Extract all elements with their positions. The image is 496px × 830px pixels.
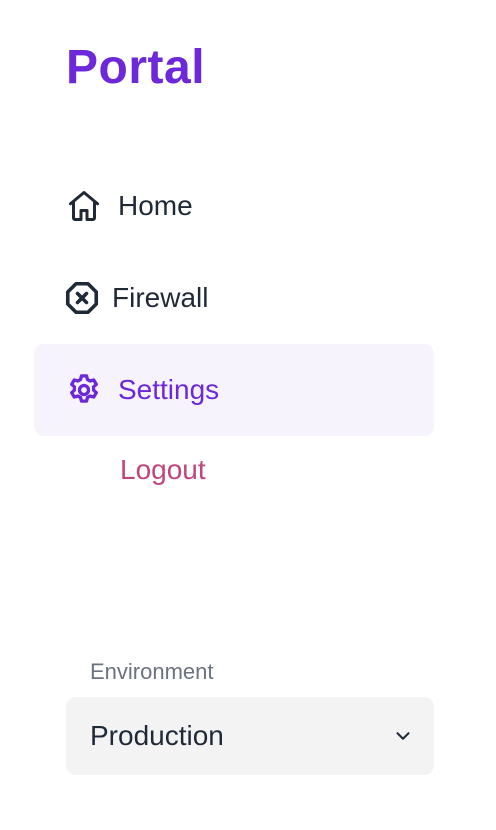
environment-label: Environment (90, 659, 214, 684)
brand-logo[interactable]: Portal (66, 40, 205, 96)
environment-select[interactable]: Production (66, 697, 434, 775)
sidebar-item-label: Home (118, 190, 193, 221)
sidebar-item-home[interactable]: Home (34, 160, 434, 252)
home-icon (66, 188, 102, 224)
sidebar-item-label: Firewall (112, 282, 209, 313)
sidebar-item-settings[interactable]: Settings (34, 344, 434, 436)
sidebar-item-label: Settings (118, 374, 220, 405)
environment-selected-value: Production (90, 720, 224, 751)
logout-link[interactable]: Logout (120, 452, 206, 488)
chevron-down-icon (392, 725, 414, 747)
sidebar-item-firewall[interactable]: Firewall (34, 252, 434, 344)
x-octagon-icon (64, 280, 100, 316)
gear-icon (66, 372, 102, 408)
